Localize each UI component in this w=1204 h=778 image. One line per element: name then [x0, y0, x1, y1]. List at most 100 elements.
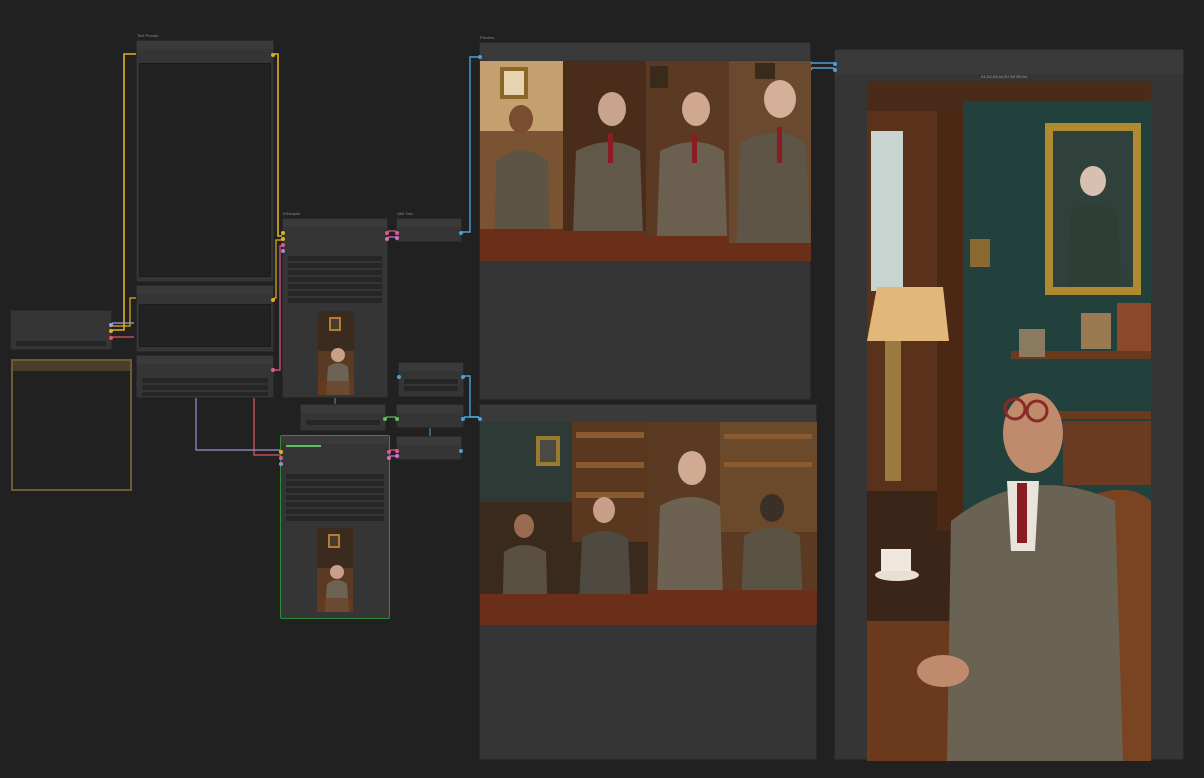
- input-slot[interactable]: [395, 417, 399, 421]
- sampler-preview-thumbnail[interactable]: [318, 311, 354, 395]
- node-widget[interactable]: [286, 481, 384, 486]
- node-widget[interactable]: [142, 385, 268, 390]
- node-title: Text Prompt: [137, 33, 159, 38]
- node-header[interactable]: [137, 41, 273, 49]
- node-widget[interactable]: [306, 420, 380, 425]
- node-widget[interactable]: [286, 474, 384, 479]
- node-header[interactable]: [480, 405, 816, 422]
- prompt-textarea[interactable]: [139, 63, 271, 277]
- node-title: KSampler: [283, 211, 301, 216]
- encode-node[interactable]: [136, 285, 275, 352]
- node-header[interactable]: [137, 356, 273, 364]
- node-widget[interactable]: [286, 502, 384, 507]
- encode-textarea[interactable]: [139, 304, 271, 347]
- node-widget[interactable]: [288, 291, 382, 296]
- preview-node-bottom[interactable]: [478, 404, 817, 760]
- node-header[interactable]: [399, 363, 463, 371]
- output-slot[interactable]: [109, 329, 113, 333]
- node-widget[interactable]: [288, 263, 382, 268]
- image-node-mid[interactable]: [395, 404, 465, 428]
- node-graph-canvas[interactable]: Text Prompt KSampler VAE Dec Preview A1 …: [0, 0, 1204, 778]
- node-widget[interactable]: [286, 488, 384, 493]
- sampler-preview-thumbnail[interactable]: [317, 528, 353, 612]
- preview-image-grid-top[interactable]: [480, 61, 811, 261]
- node-header[interactable]: [397, 405, 463, 413]
- output-slot[interactable]: [387, 450, 391, 454]
- output-slot[interactable]: [385, 237, 389, 241]
- wire-purple-1: [195, 398, 284, 451]
- node-widget[interactable]: [288, 284, 382, 289]
- generated-images: [480, 61, 811, 261]
- input-slot[interactable]: [478, 55, 482, 59]
- node-widget[interactable]: [142, 392, 268, 396]
- node-widget[interactable]: [288, 270, 382, 275]
- node-widget[interactable]: [288, 298, 382, 303]
- input-slot[interactable]: [279, 456, 283, 460]
- node-widget[interactable]: [286, 516, 384, 521]
- input-slot[interactable]: [833, 62, 837, 66]
- wire-yellow-1: [112, 53, 136, 331]
- node-widget[interactable]: [142, 378, 268, 383]
- output-slot[interactable]: [271, 368, 275, 372]
- node-widget[interactable]: [16, 341, 106, 346]
- input-slot[interactable]: [279, 462, 283, 466]
- node-header[interactable]: [835, 50, 1183, 74]
- prompt-node[interactable]: Text Prompt: [136, 33, 275, 282]
- input-slot[interactable]: [281, 237, 285, 241]
- vae-decode-node-top[interactable]: VAE Dec: [395, 211, 463, 242]
- group-header[interactable]: [13, 361, 130, 371]
- vae-decode-node-bottom[interactable]: [395, 436, 463, 460]
- generated-images: [480, 422, 817, 625]
- node-widget[interactable]: [286, 509, 384, 514]
- node-widget[interactable]: [404, 379, 458, 384]
- loader-node[interactable]: [136, 355, 275, 398]
- input-slot[interactable]: [281, 249, 285, 253]
- input-slot[interactable]: [833, 68, 837, 72]
- node-widget[interactable]: [288, 256, 382, 261]
- output-slot[interactable]: [383, 417, 387, 421]
- input-slot[interactable]: [395, 449, 399, 453]
- node-header[interactable]: [301, 405, 385, 413]
- output-slot[interactable]: [109, 323, 113, 327]
- input-slot[interactable]: [281, 243, 285, 247]
- output-slot[interactable]: [271, 53, 275, 57]
- node-header[interactable]: [397, 437, 461, 445]
- gallery-tabs[interactable]: A1 A2 A3 A4 B1 B2 B3 B4: [981, 74, 1027, 79]
- output-slot[interactable]: [461, 375, 465, 379]
- input-slot[interactable]: [395, 236, 399, 240]
- preview-node-top[interactable]: Preview: [478, 35, 812, 400]
- node-widget[interactable]: [404, 386, 458, 391]
- node-widget[interactable]: [286, 495, 384, 500]
- large-preview-image[interactable]: [867, 81, 1151, 761]
- group-frame[interactable]: [11, 359, 132, 491]
- node-header[interactable]: [480, 43, 810, 60]
- upscale-node[interactable]: [397, 362, 465, 397]
- node-widget[interactable]: [288, 277, 382, 282]
- input-slot[interactable]: [478, 417, 482, 421]
- output-slot[interactable]: [271, 298, 275, 302]
- node-header[interactable]: [397, 219, 461, 227]
- portrait-image: [318, 311, 354, 395]
- input-slot[interactable]: [397, 375, 401, 379]
- input-slot[interactable]: [395, 231, 399, 235]
- small-input-node[interactable]: [10, 310, 113, 350]
- output-slot[interactable]: [387, 456, 391, 460]
- input-slot[interactable]: [395, 454, 399, 458]
- sampler-node-b[interactable]: [279, 435, 391, 619]
- node-header[interactable]: [283, 219, 387, 227]
- node-title: Preview: [480, 35, 495, 40]
- node-header[interactable]: [137, 286, 273, 294]
- output-slot[interactable]: [109, 336, 113, 340]
- preview-image-grid-bottom[interactable]: [480, 422, 817, 625]
- output-slot[interactable]: [461, 417, 465, 421]
- output-slot[interactable]: [385, 231, 389, 235]
- output-slot[interactable]: [459, 231, 463, 235]
- node-header[interactable]: [281, 436, 389, 444]
- preview-node-large[interactable]: A1 A2 A3 A4 B1 B2 B3 B4: [833, 49, 1184, 761]
- progress-bar: [286, 445, 321, 447]
- input-slot[interactable]: [279, 450, 283, 454]
- seed-node[interactable]: [300, 404, 387, 431]
- input-slot[interactable]: [281, 231, 285, 235]
- output-slot[interactable]: [459, 449, 463, 453]
- sampler-node-a[interactable]: KSampler: [281, 211, 389, 398]
